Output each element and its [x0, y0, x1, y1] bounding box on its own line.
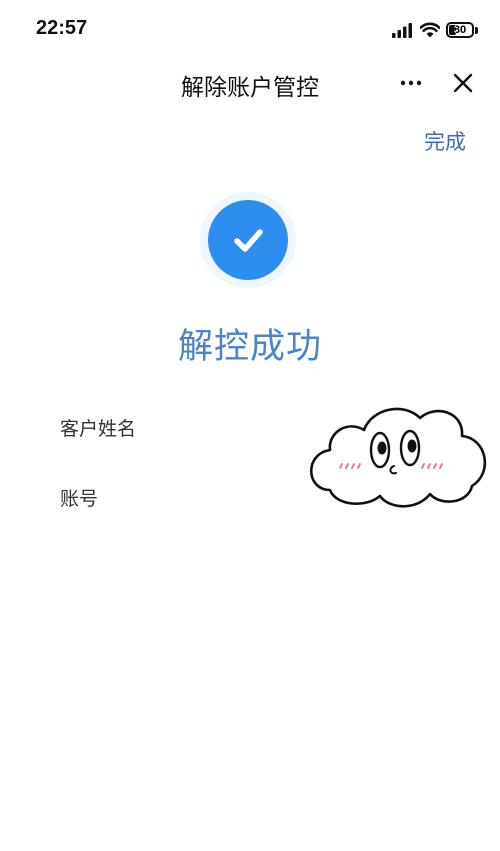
account-label: 账号 — [60, 488, 99, 510]
more-icon — [400, 80, 422, 86]
done-button[interactable]: 完成 — [424, 126, 466, 156]
nav-bar: 解除账户管控 — [0, 60, 500, 110]
signal-icon — [392, 23, 412, 38]
check-icon — [234, 229, 263, 252]
close-button[interactable] — [446, 66, 480, 100]
battery-level: 30 — [453, 24, 467, 36]
close-icon — [453, 73, 473, 93]
more-button[interactable] — [394, 66, 428, 100]
battery-cap — [475, 26, 478, 34]
customer-name-label: 客户姓名 — [60, 418, 137, 440]
status-icons: 30 — [392, 20, 478, 40]
battery-icon: 30 — [446, 22, 474, 38]
status-bar: 22:57 30 — [0, 0, 500, 60]
cloud-face-sticker — [309, 407, 487, 508]
check-circle-icon — [208, 200, 288, 280]
status-time: 22:57 — [36, 17, 88, 39]
wifi-icon — [420, 22, 440, 38]
result-title: 解控成功 — [177, 327, 322, 367]
